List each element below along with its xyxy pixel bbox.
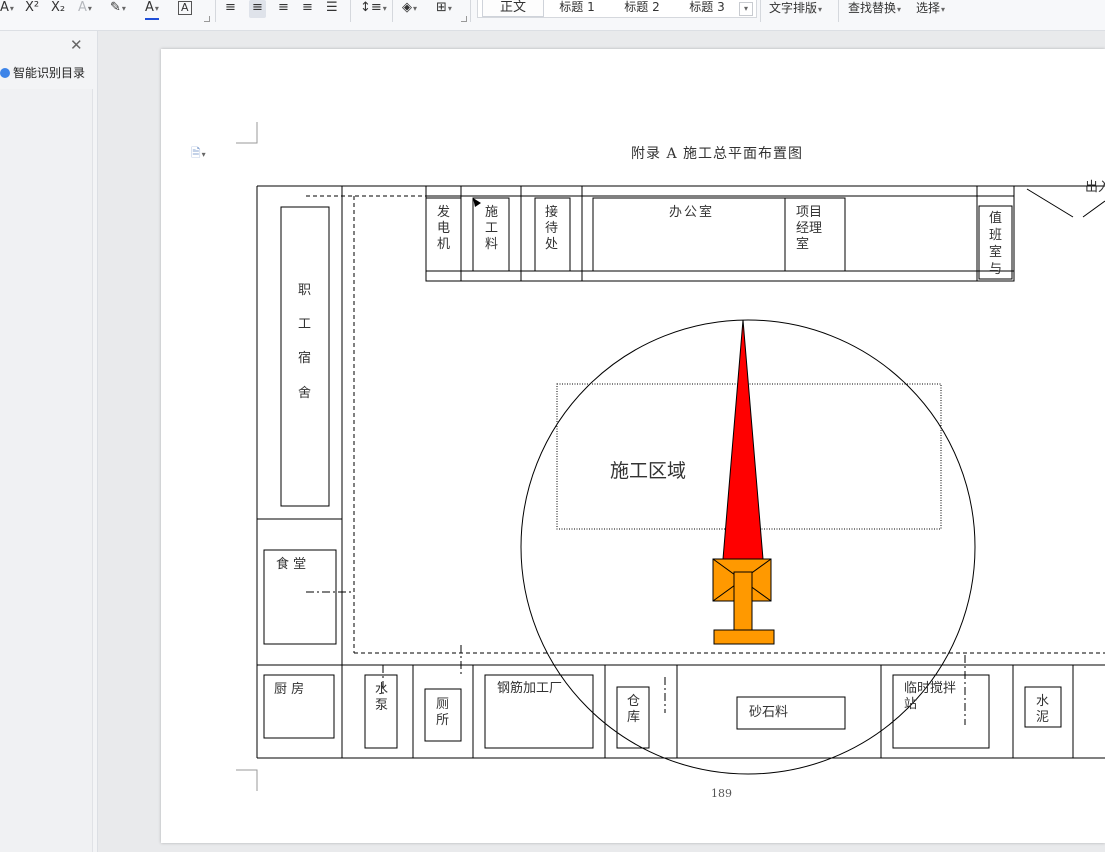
generator-label: 发: [437, 204, 450, 220]
toc-list[interactable]: [0, 89, 93, 852]
dormitory-label: 宿: [298, 350, 311, 366]
separator: [838, 0, 839, 22]
duty-room-label: 值: [989, 210, 1002, 226]
close-icon[interactable]: ✕: [70, 36, 83, 54]
duty-room-label: 班: [989, 228, 1002, 243]
small-marker: [473, 198, 481, 207]
pump-label: 水: [375, 682, 388, 697]
manager-label: 项目: [796, 205, 822, 220]
line-spacing-icon[interactable]: ↕≡▾: [360, 0, 387, 18]
separator: [215, 0, 216, 22]
text-effect-icon[interactable]: A▾: [78, 0, 92, 18]
char-border-button[interactable]: A: [178, 1, 192, 15]
style-heading-1[interactable]: 标题 1: [550, 0, 604, 16]
sand-stone-label: 砂石料: [749, 705, 788, 720]
distributed-align-icon[interactable]: ☰: [326, 0, 338, 18]
reception-label: 处: [545, 237, 558, 252]
text-layout-button[interactable]: 文字排版▾: [769, 0, 822, 18]
office-label: 办公室: [669, 204, 714, 220]
dormitory-label: 职: [298, 283, 311, 298]
align-center-icon[interactable]: ≡: [249, 0, 266, 18]
highlight-icon[interactable]: ✎▾: [110, 0, 126, 18]
borders-icon[interactable]: ⊞▾: [436, 0, 452, 18]
subscript-button[interactable]: X₂: [51, 0, 65, 18]
material-label: 料: [485, 237, 498, 252]
style-normal[interactable]: 正文: [482, 0, 544, 17]
superscript-button[interactable]: X²: [25, 0, 39, 18]
cement-label: 水: [1036, 694, 1049, 709]
separator: [470, 0, 471, 22]
style-heading-2[interactable]: 标题 2: [615, 0, 669, 16]
duty-room-label: 室: [989, 244, 1002, 260]
toilet-label: 所: [436, 713, 449, 728]
material-label: 工: [485, 221, 498, 236]
kitchen-label: 厨 房: [274, 681, 304, 697]
pump-label: 泵: [375, 698, 388, 713]
style-gallery: 正文 标题 1 标题 2 标题 3 ▾: [477, 0, 757, 18]
smart-toc-icon: [0, 68, 10, 78]
warehouse-label: 库: [627, 709, 640, 725]
reception-label: 待: [545, 221, 558, 236]
navigation-pane: ✕ 智能识别目录: [0, 31, 98, 852]
mixing-station-label: 站: [904, 697, 917, 712]
style-heading-3[interactable]: 标题 3: [680, 0, 734, 16]
duty-room-label: 与: [989, 262, 1002, 277]
page-number: 189: [711, 787, 732, 800]
separator: [760, 0, 761, 22]
tower-crane-mast: [722, 319, 764, 560]
font-dialog-launcher[interactable]: [204, 16, 210, 22]
dormitory-label: 舍: [298, 386, 311, 401]
shading-icon[interactable]: ◈▾: [402, 0, 417, 18]
manager-label: 室: [796, 236, 809, 252]
align-left-icon[interactable]: ≡: [225, 0, 236, 18]
construction-area-label: 施工区域: [610, 460, 686, 482]
separator: [392, 0, 393, 22]
toilet-label: 厕: [436, 697, 449, 712]
document-page[interactable]: 🗎▾ 附录 A 施工总平面布置图 职 工 宿 舍 发 电 机 施 工 料 接 待…: [161, 49, 1105, 843]
separator: [350, 0, 351, 22]
top-building-row: [425, 185, 1015, 282]
generator-label: 机: [437, 237, 450, 252]
style-gallery-more-icon[interactable]: ▾: [739, 2, 753, 16]
justify-icon[interactable]: ≡: [302, 0, 313, 18]
cement-label: 泥: [1036, 710, 1049, 725]
canteen-label: 食 堂: [276, 556, 306, 572]
ribbon-toolbar: A▾ X² X₂ A▾ ✎▾ A▾ A ≡ ≡ ≡ ≡ ☰ ↕≡▾ ◈▾ ⊞▾ …: [0, 0, 1105, 31]
align-right-icon[interactable]: ≡: [278, 0, 289, 18]
manager-label: 经理: [796, 221, 822, 236]
smart-toc-button[interactable]: 智能识别目录: [0, 64, 85, 81]
material-label: 施: [485, 205, 498, 220]
tower-crane-column: [733, 571, 753, 633]
font-size-dropdown-icon[interactable]: A▾: [0, 0, 14, 18]
site-plan-diagram: 职 工 宿 舍 发 电 机 施 工 料 接 待 处 办公室 项目 经理 室 值 …: [256, 180, 1105, 775]
rebar-shop-label: 钢筋加工厂: [497, 680, 562, 696]
tower-crane-foot: [713, 629, 775, 645]
dormitory-label: 工: [298, 317, 311, 332]
exit-label: 出入: [1085, 180, 1105, 195]
paragraph-dialog-launcher[interactable]: [461, 16, 467, 22]
font-color-icon[interactable]: A▾: [145, 0, 159, 20]
find-replace-button[interactable]: 查找替换▾: [848, 0, 901, 18]
generator-label: 电: [437, 221, 450, 236]
select-button[interactable]: 选择▾: [916, 0, 945, 18]
reception-label: 接: [545, 204, 558, 220]
mixing-station-label: 临时搅拌: [904, 680, 956, 696]
warehouse-label: 仓: [627, 694, 640, 709]
